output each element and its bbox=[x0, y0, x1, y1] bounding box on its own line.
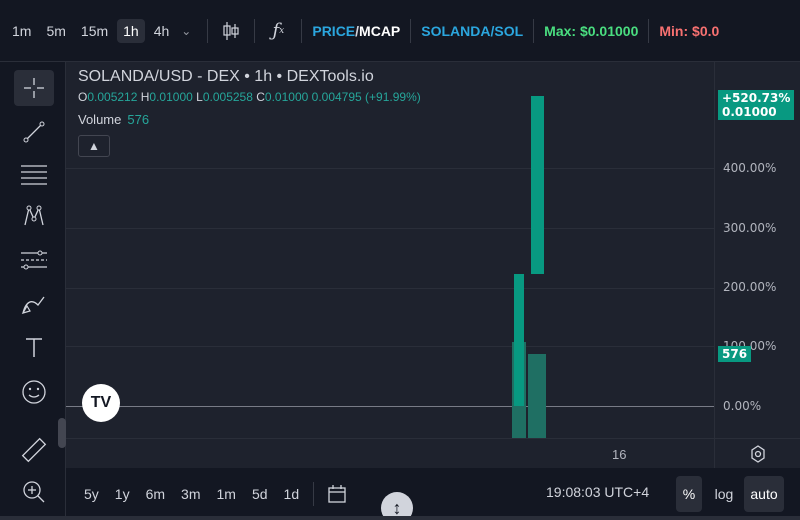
price-tick: 200.00% bbox=[723, 280, 777, 294]
last-price: 0.01000 bbox=[722, 105, 777, 119]
candle-bar[interactable] bbox=[514, 274, 524, 406]
forecast-icon[interactable] bbox=[14, 242, 54, 278]
last-change: +520.73% bbox=[722, 91, 791, 105]
gridline bbox=[66, 168, 714, 169]
clock[interactable]: 19:08:03 UTC+4 bbox=[546, 484, 649, 500]
high-value: 0.01000 bbox=[149, 90, 193, 104]
percent-scale-button[interactable]: % bbox=[676, 476, 702, 512]
timeframe-15m[interactable]: 15m bbox=[75, 19, 114, 43]
timeframe-1h[interactable]: 1h bbox=[117, 18, 145, 43]
min-label: Min: bbox=[659, 22, 689, 39]
logo-text: TV bbox=[90, 394, 112, 411]
price-tick: 0.00% bbox=[723, 399, 762, 413]
range-5y[interactable]: 5y bbox=[84, 486, 99, 502]
timeframe-5m[interactable]: 5m bbox=[40, 19, 71, 43]
zero-line bbox=[66, 406, 714, 407]
change-value: 0.004795 (+91.99%) bbox=[311, 90, 421, 104]
log-scale-button[interactable]: log bbox=[710, 476, 738, 512]
range-6m[interactable]: 6m bbox=[146, 486, 165, 502]
chevron-up-icon: ▲ bbox=[88, 139, 100, 153]
gridline bbox=[66, 288, 714, 289]
divider bbox=[207, 18, 209, 43]
close-label: C bbox=[256, 90, 265, 104]
bottom-toolbar: 5y 1y 6m 3m 1m 5d 1d 19:08:03 UTC+4 % lo… bbox=[66, 468, 800, 520]
volume-value: 576 bbox=[127, 112, 150, 127]
price-mode-label: PRICE bbox=[312, 22, 356, 39]
chart-legend: SOLANDA/USD - DEX • 1h • DEXTools.io O0.… bbox=[78, 68, 421, 157]
timeframe-1m[interactable]: 1m bbox=[6, 19, 37, 43]
drawing-toolbar bbox=[0, 62, 66, 520]
volume-legend: Volume 576 bbox=[78, 112, 421, 127]
chart-settings-button[interactable] bbox=[714, 438, 800, 468]
divider bbox=[410, 18, 412, 43]
price-scale[interactable]: 400.00% 300.00% 200.00% 100.00% 0.00% +5… bbox=[714, 62, 800, 438]
tradingview-logo[interactable]: TV bbox=[82, 384, 120, 422]
date-range-icon[interactable] bbox=[324, 481, 350, 507]
indicators-icon[interactable]: ƒx bbox=[265, 18, 291, 44]
gear-icon bbox=[750, 444, 765, 463]
gridline bbox=[66, 346, 714, 347]
trend-line-icon[interactable] bbox=[14, 114, 54, 150]
time-tick: 16 bbox=[612, 447, 627, 462]
time-axis[interactable]: 16 bbox=[66, 438, 714, 468]
volume-bar bbox=[528, 354, 546, 438]
close-value: 0.01000 bbox=[264, 90, 309, 104]
top-toolbar: 1m 5m 15m 1h 4h ⌄ ƒx PRICE/MCAP SOLANDA/… bbox=[0, 0, 800, 62]
brush-icon[interactable] bbox=[14, 286, 54, 322]
toolbar-scrollbar[interactable] bbox=[58, 418, 66, 448]
divider bbox=[313, 482, 315, 506]
max-label: Max: bbox=[544, 22, 577, 39]
low-value: 0.005258 bbox=[202, 90, 253, 104]
collapse-legend-button[interactable]: ▲ bbox=[78, 135, 110, 157]
mcap-mode-label: MCAP bbox=[359, 22, 401, 39]
ohlc-values: O0.005212 H0.01000 L0.005258 C0.01000 0.… bbox=[78, 90, 421, 104]
gridline bbox=[66, 228, 714, 229]
divider bbox=[533, 18, 535, 43]
fib-lines-icon[interactable] bbox=[14, 156, 54, 192]
divider bbox=[301, 18, 303, 43]
range-3m[interactable]: 3m bbox=[181, 486, 200, 502]
min-price: Min: $0.0 bbox=[659, 23, 719, 39]
chart-title: SOLANDA/USD - DEX • 1h • DEXTools.io bbox=[78, 68, 374, 85]
max-value: $0.01000 bbox=[579, 22, 639, 39]
volume-price-label: 576 bbox=[718, 346, 752, 362]
timeframe-4h[interactable]: 4h bbox=[148, 19, 176, 43]
range-1y[interactable]: 1y bbox=[115, 486, 130, 502]
price-tick: 300.00% bbox=[723, 221, 777, 235]
smiley-icon[interactable] bbox=[14, 374, 54, 410]
price-tick: 400.00% bbox=[723, 161, 777, 175]
candlestick-icon[interactable] bbox=[218, 18, 244, 44]
text-icon[interactable] bbox=[14, 330, 54, 366]
pattern-icon[interactable] bbox=[14, 198, 54, 234]
low-label: L bbox=[196, 90, 203, 104]
open-value: 0.005212 bbox=[87, 90, 138, 104]
max-price: Max: $0.01000 bbox=[544, 23, 638, 39]
auto-scale-button[interactable]: auto bbox=[744, 476, 784, 512]
last-price-label: +520.73% 0.01000 bbox=[718, 90, 795, 120]
zoom-in-icon[interactable] bbox=[14, 474, 54, 510]
volume-label: Volume bbox=[78, 112, 122, 127]
ruler-icon[interactable] bbox=[14, 432, 54, 468]
range-5d[interactable]: 5d bbox=[252, 486, 268, 502]
min-value: $0.0 bbox=[692, 22, 720, 39]
price-mcap-toggle[interactable]: PRICE/MCAP bbox=[312, 23, 400, 39]
divider bbox=[648, 18, 650, 43]
range-1d[interactable]: 1d bbox=[284, 486, 300, 502]
crosshair-icon[interactable] bbox=[14, 70, 54, 106]
pair-selector[interactable]: SOLANDA/SOL bbox=[421, 23, 523, 39]
chart-pane[interactable]: SOLANDA/USD - DEX • 1h • DEXTools.io O0.… bbox=[66, 62, 714, 438]
range-1m[interactable]: 1m bbox=[217, 486, 236, 502]
candle-bar[interactable] bbox=[531, 96, 544, 274]
open-label: O bbox=[78, 90, 88, 104]
bottom-strip bbox=[0, 516, 800, 520]
chevron-down-icon[interactable]: ⌄ bbox=[175, 24, 197, 38]
divider bbox=[254, 18, 256, 43]
